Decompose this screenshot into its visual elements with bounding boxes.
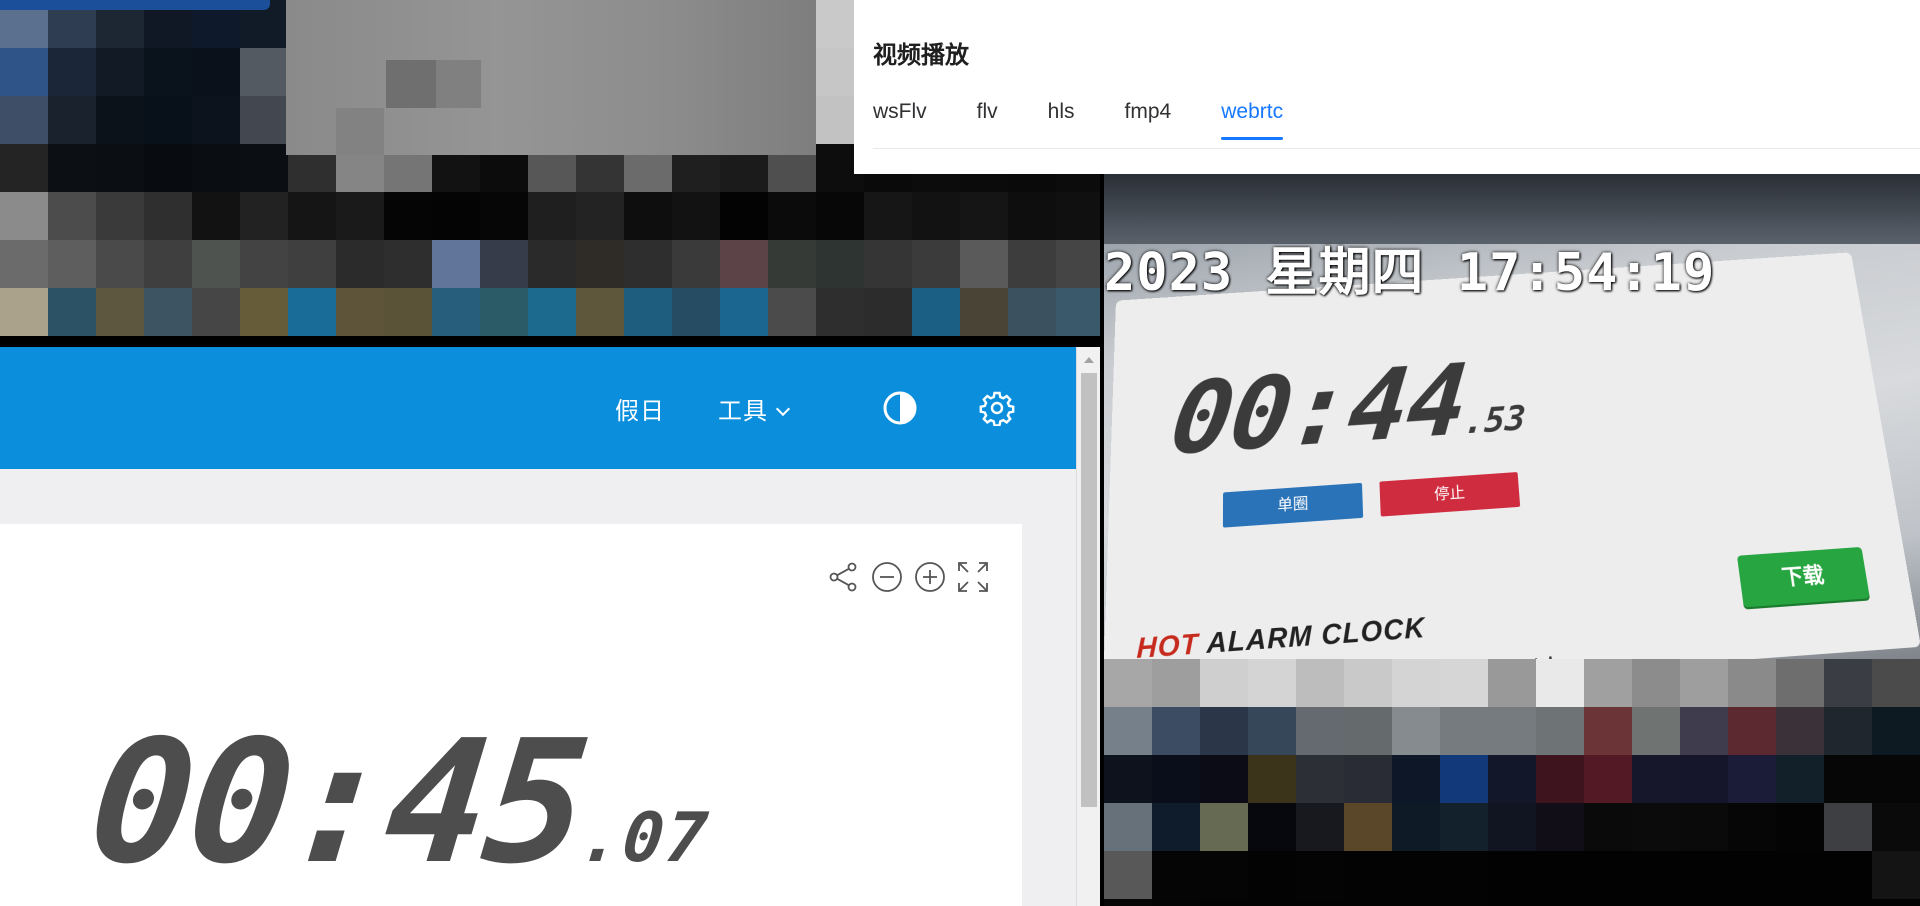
zoom-in-icon[interactable] [913, 560, 947, 594]
fullscreen-icon[interactable] [956, 560, 990, 594]
stopwatch-app: 假日 工具 00:45.07 [0, 347, 1100, 906]
tab-webrtc[interactable]: webrtc [1221, 100, 1283, 140]
nav-tools-label: 工具 [718, 398, 768, 425]
scroll-up-arrow-icon[interactable] [1084, 357, 1094, 363]
filmed-brand-hot: HOT [1136, 626, 1200, 659]
filmed-download-button: 下载 [1736, 546, 1870, 608]
filmed-time: 00:44 [1163, 342, 1471, 479]
pixelated-background-bottom [1104, 659, 1920, 906]
video-player[interactable]: 00:44.53 单圈 停止 HOT ALARM CLOCK 适用于Window… [1104, 174, 1920, 659]
tab-hls[interactable]: hls [1048, 100, 1075, 138]
video-playback-panel: 视频播放 wsFlv flv hls fmp4 webrtc [854, 0, 1920, 174]
pixelated-panel [286, 0, 816, 155]
tab-flv[interactable]: flv [977, 100, 998, 138]
share-icon[interactable] [826, 560, 860, 594]
contrast-icon[interactable] [882, 390, 918, 426]
chevron-down-icon [775, 401, 791, 417]
window-edge-bar [0, 0, 270, 10]
nav-tools-dropdown[interactable]: 工具 [718, 391, 791, 426]
filmed-monitor: 00:44.53 单圈 停止 HOT ALARM CLOCK 适用于Window… [1104, 252, 1920, 659]
filmed-lap-button: 单圈 [1222, 482, 1364, 528]
filmed-brand-rest: ALARM CLOCK [1198, 610, 1427, 659]
nav-holiday[interactable]: 假日 [615, 391, 665, 426]
stream-tabs: wsFlv flv hls fmp4 webrtc [873, 100, 1333, 140]
vertical-scrollbar[interactable] [1076, 347, 1100, 906]
camera-osd-timestamp: 2023 星期四 17:54:19 [1104, 243, 1716, 303]
tab-fmp4[interactable]: fmp4 [1125, 100, 1172, 138]
filmed-stop-button: 停止 [1379, 472, 1521, 517]
zoom-out-icon[interactable] [870, 560, 904, 594]
tab-wsflv[interactable]: wsFlv [873, 100, 927, 138]
gear-icon[interactable] [979, 390, 1015, 426]
scrollbar-thumb[interactable] [1081, 373, 1097, 807]
stopwatch-display: 00:45.07 [82, 704, 723, 902]
stopwatch-hundredths: .07 [575, 799, 713, 878]
panel-title: 视频播放 [873, 42, 969, 69]
app-header: 假日 工具 [0, 347, 1076, 469]
filmed-brand: HOT ALARM CLOCK [1136, 611, 1426, 659]
stopwatch-card: 00:45.07 [0, 524, 1022, 906]
filmed-stopwatch: 00:44.53 [1163, 338, 1530, 479]
stopwatch-time: 00:45 [81, 704, 595, 902]
tabs-divider [873, 148, 1920, 149]
filmed-hundredths: .53 [1462, 398, 1527, 443]
